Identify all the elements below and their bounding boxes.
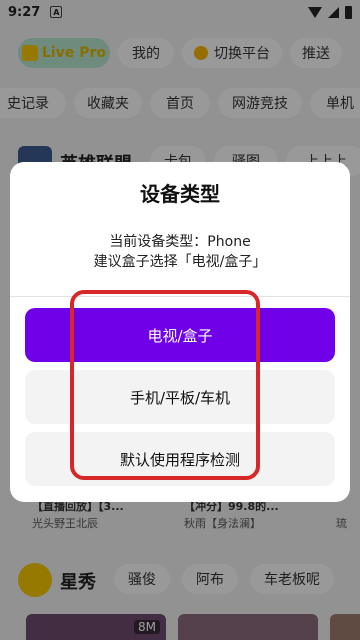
dialog-title: 设备类型 — [140, 182, 220, 206]
dialog-info: 当前设备类型：Phone 建议盒子选择「电视/盒子」 — [10, 232, 350, 272]
suggestion-line: 建议盒子选择「电视/盒子」 — [93, 254, 267, 270]
current-device-line: 当前设备类型：Phone — [109, 234, 251, 250]
highlight-box — [70, 290, 260, 480]
